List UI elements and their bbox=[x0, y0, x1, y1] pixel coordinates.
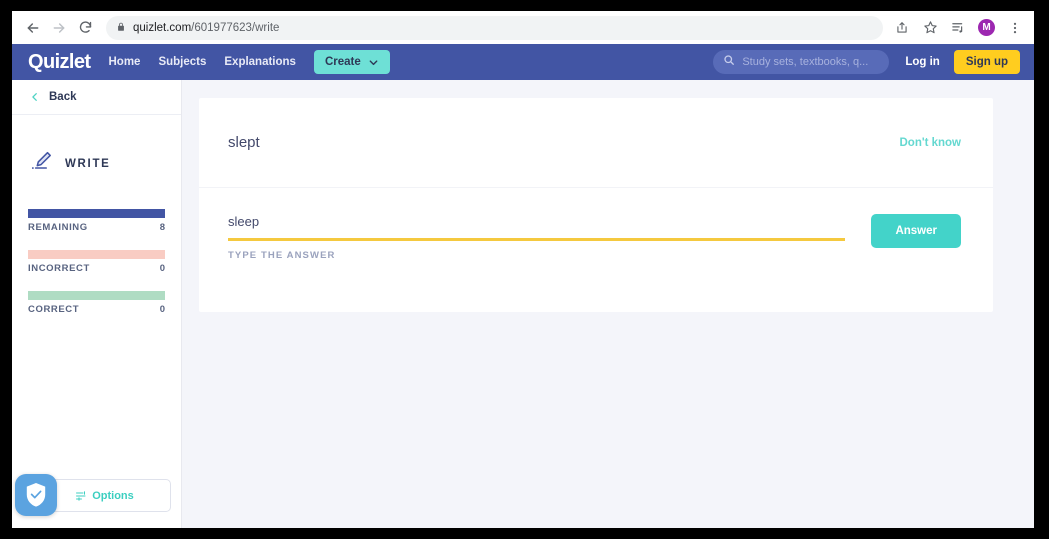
stat-correct-row: CORRECT 0 bbox=[28, 304, 165, 315]
arrow-right-icon bbox=[53, 22, 65, 33]
page-body: Back WRITE REMAINING 8 INCORRECT 0 CORRE… bbox=[12, 80, 1034, 528]
forward-button[interactable] bbox=[46, 15, 72, 41]
study-mode-label: WRITE bbox=[65, 157, 111, 170]
answer-row: sleep TYPE THE ANSWER Answer bbox=[199, 188, 993, 261]
stat-remaining-label: REMAINING bbox=[28, 222, 88, 233]
progress-stats: REMAINING 8 INCORRECT 0 CORRECT 0 bbox=[12, 177, 181, 332]
stat-incorrect-value: 0 bbox=[159, 263, 165, 274]
shield-check-icon bbox=[26, 483, 46, 507]
options-button[interactable]: Options bbox=[38, 479, 171, 512]
avatar[interactable]: M bbox=[978, 19, 995, 36]
study-mode-header: WRITE bbox=[12, 115, 181, 177]
share-icon bbox=[897, 21, 907, 33]
three-dot-menu-icon bbox=[1013, 22, 1017, 33]
login-link[interactable]: Log in bbox=[905, 56, 940, 68]
search-input[interactable]: Study sets, textbooks, q... bbox=[713, 50, 890, 74]
stat-remaining-bar bbox=[28, 209, 165, 218]
term-row: slept Don't know bbox=[199, 98, 993, 188]
write-question-card: slept Don't know sleep TYPE THE ANSWER A… bbox=[199, 98, 993, 312]
browser-toolbar: quizlet.com/601977623/write M bbox=[12, 11, 1034, 44]
bookmark-button[interactable] bbox=[917, 15, 943, 41]
reading-list-icon bbox=[951, 23, 962, 33]
signup-button[interactable]: Sign up bbox=[953, 50, 1020, 74]
pencil-write-icon bbox=[30, 150, 54, 177]
stat-incorrect-row: INCORRECT 0 bbox=[28, 263, 165, 274]
privacy-extension-badge[interactable] bbox=[15, 474, 57, 516]
stat-remaining-value: 8 bbox=[159, 222, 165, 233]
back-label: Back bbox=[49, 91, 77, 103]
nav-item-explanations[interactable]: Explanations bbox=[224, 56, 296, 68]
search-icon bbox=[723, 53, 735, 71]
url-path: /601977623/write bbox=[191, 21, 280, 34]
url-text: quizlet.com/601977623/write bbox=[133, 22, 279, 34]
stat-incorrect: INCORRECT 0 bbox=[28, 250, 165, 274]
address-bar[interactable]: quizlet.com/601977623/write bbox=[106, 15, 883, 40]
browser-window: quizlet.com/601977623/write M Quizlet Ho… bbox=[12, 11, 1034, 528]
answer-submit-button[interactable]: Answer bbox=[871, 214, 961, 248]
lock-icon bbox=[116, 19, 126, 37]
sliders-icon bbox=[76, 490, 86, 501]
main-content: slept Don't know sleep TYPE THE ANSWER A… bbox=[182, 80, 1034, 528]
answer-hint-label: TYPE THE ANSWER bbox=[228, 250, 336, 261]
stat-correct-value: 0 bbox=[159, 304, 165, 315]
dont-know-button[interactable]: Don't know bbox=[899, 137, 961, 149]
nav-item-subjects[interactable]: Subjects bbox=[158, 56, 206, 68]
stat-incorrect-bar bbox=[28, 250, 165, 259]
reload-button[interactable] bbox=[72, 15, 98, 41]
search-placeholder: Study sets, textbooks, q... bbox=[742, 56, 869, 68]
create-button-label: Create bbox=[324, 56, 361, 68]
stat-incorrect-label: INCORRECT bbox=[28, 263, 90, 274]
browser-actions: M bbox=[889, 15, 1028, 41]
chevron-left-icon bbox=[30, 92, 40, 102]
options-label: Options bbox=[92, 489, 134, 502]
create-button[interactable]: Create bbox=[313, 50, 390, 74]
sidebar: Back WRITE REMAINING 8 INCORRECT 0 CORRE… bbox=[12, 80, 182, 528]
stat-remaining: REMAINING 8 bbox=[28, 209, 165, 233]
back-button[interactable] bbox=[20, 15, 46, 41]
back-link[interactable]: Back bbox=[12, 80, 181, 115]
answer-field[interactable]: sleep TYPE THE ANSWER bbox=[228, 214, 846, 261]
term-text: slept bbox=[228, 134, 260, 151]
stat-correct-bar bbox=[28, 291, 165, 300]
stat-correct-label: CORRECT bbox=[28, 304, 80, 315]
share-button[interactable] bbox=[889, 15, 915, 41]
site-navbar: Quizlet Home Subjects Explanations Creat… bbox=[12, 44, 1034, 80]
answer-underline bbox=[228, 238, 846, 241]
nav-item-home[interactable]: Home bbox=[108, 56, 140, 68]
url-host: quizlet.com bbox=[133, 21, 192, 34]
stat-correct: CORRECT 0 bbox=[28, 291, 165, 315]
arrow-left-icon bbox=[27, 22, 39, 33]
browser-menu-button[interactable] bbox=[1002, 15, 1028, 41]
stat-remaining-row: REMAINING 8 bbox=[28, 222, 165, 233]
reading-list-button[interactable] bbox=[945, 15, 971, 41]
reload-icon bbox=[79, 21, 91, 33]
star-icon bbox=[923, 21, 937, 34]
answer-input[interactable]: sleep bbox=[228, 214, 845, 238]
chevron-down-icon bbox=[369, 59, 378, 65]
quizlet-logo[interactable]: Quizlet bbox=[28, 51, 91, 74]
